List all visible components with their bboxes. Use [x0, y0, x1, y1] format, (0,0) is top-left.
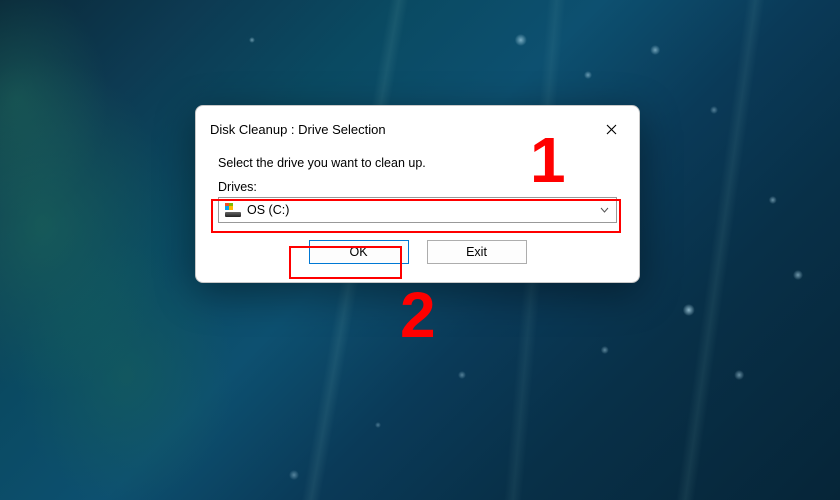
close-icon — [606, 124, 617, 135]
drives-label: Drives: — [218, 180, 617, 194]
instruction-text: Select the drive you want to clean up. — [218, 156, 617, 170]
selected-drive-text: OS (C:) — [247, 203, 592, 217]
button-row: OK Exit — [218, 240, 617, 264]
dialog-title: Disk Cleanup : Drive Selection — [210, 122, 386, 137]
exit-button-label: Exit — [466, 245, 487, 259]
chevron-down-icon — [598, 204, 610, 216]
close-button[interactable] — [595, 116, 627, 142]
ok-button-label: OK — [349, 245, 367, 259]
drive-icon — [225, 203, 241, 218]
titlebar: Disk Cleanup : Drive Selection — [196, 106, 639, 147]
ok-button[interactable]: OK — [309, 240, 409, 264]
dialog-content: Select the drive you want to clean up. D… — [196, 147, 639, 282]
exit-button[interactable]: Exit — [427, 240, 527, 264]
drive-select[interactable]: OS (C:) — [218, 197, 617, 223]
disk-cleanup-dialog: Disk Cleanup : Drive Selection Select th… — [195, 105, 640, 283]
